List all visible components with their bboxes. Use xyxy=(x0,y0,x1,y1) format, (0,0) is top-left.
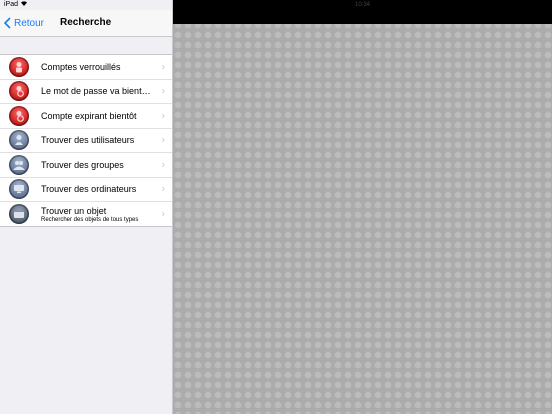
chevron-right-icon: › xyxy=(161,61,165,73)
carrier-label: iPad xyxy=(4,1,19,8)
status-time: 10:34 xyxy=(354,2,370,8)
chevron-right-icon: › xyxy=(161,85,165,97)
password-expiring-icon xyxy=(9,81,29,102)
list-item-find-users[interactable]: Trouver des utilisateurs › xyxy=(0,129,172,153)
list-item-label: Trouver des groupes xyxy=(41,159,124,170)
list-item-label: Trouver un objet xyxy=(41,205,107,216)
user-icon xyxy=(9,130,29,151)
list-item-sublabel: Rechercher des objets de tous types xyxy=(41,216,139,223)
list-item-account-expiring[interactable]: Compte expirant bientôt › xyxy=(0,104,172,129)
list-item-label: Compte expirant bientôt xyxy=(41,110,137,121)
list-item-find-groups[interactable]: Trouver des groupes › xyxy=(0,153,172,178)
status-bar: iPad xyxy=(0,0,172,10)
page-title: Recherche xyxy=(60,17,112,28)
list-item-label: Le mot de passe va bientôt expirer xyxy=(41,86,153,97)
search-list: Comptes verrouillés › Le mot de passe va… xyxy=(0,54,172,227)
chevron-right-icon: › xyxy=(161,110,165,122)
list-item-password-expiring[interactable]: Le mot de passe va bientôt expirer › xyxy=(0,80,172,104)
list-item-locked-accounts[interactable]: Comptes verrouillés › xyxy=(0,55,172,80)
chevron-right-icon: › xyxy=(161,208,165,220)
back-button-label: Retour xyxy=(14,17,45,29)
navigation-bar: Retour Recherche xyxy=(0,10,172,37)
locked-user-icon xyxy=(9,56,29,77)
detail-pane: 10:34 xyxy=(173,0,552,414)
wifi-icon xyxy=(20,0,28,10)
list-item-find-object[interactable]: Trouver un objet Rechercher des objets d… xyxy=(0,202,172,226)
list-item-label: Trouver des utilisateurs xyxy=(41,135,135,146)
chevron-right-icon: › xyxy=(161,159,165,171)
list-item-find-computers[interactable]: Trouver des ordinateurs › xyxy=(0,178,172,202)
computer-icon xyxy=(9,179,29,200)
group-icon xyxy=(9,154,29,175)
detail-status-bar: 10:34 xyxy=(173,0,552,24)
back-button[interactable]: Retour xyxy=(4,15,44,31)
chevron-left-icon xyxy=(4,17,11,29)
sidebar: iPad Retour Recherche Comptes verrouillé… xyxy=(0,0,173,414)
list-item-label: Comptes verrouillés xyxy=(41,61,121,72)
chevron-right-icon: › xyxy=(161,183,165,195)
chevron-right-icon: › xyxy=(161,134,165,146)
account-expiring-icon xyxy=(9,105,29,126)
list-item-label: Trouver des ordinateurs xyxy=(41,184,137,195)
object-icon xyxy=(9,204,29,224)
